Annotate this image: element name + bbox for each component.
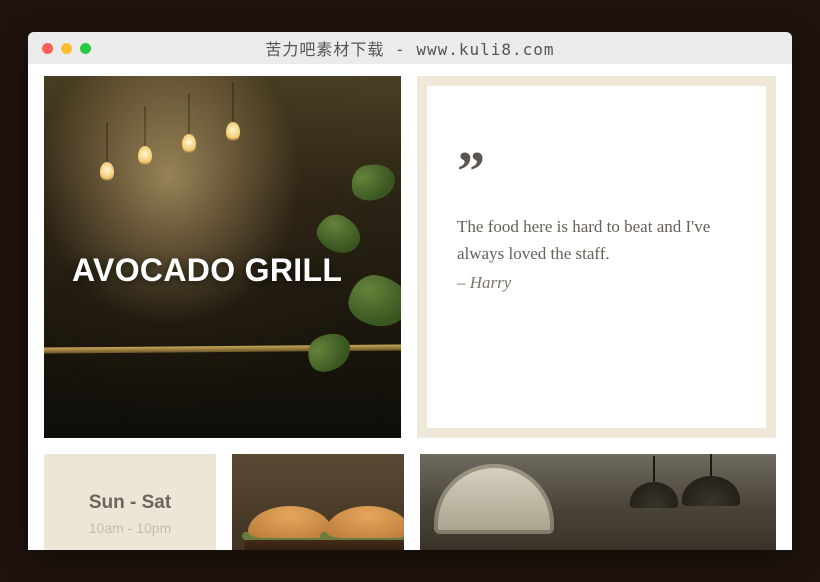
- pendant-lamp-icon: [682, 476, 740, 506]
- burger-icon: [320, 500, 404, 550]
- leaf-icon: [301, 325, 357, 378]
- food-image-card[interactable]: [232, 454, 404, 550]
- hero-title: AVOCADO GRILL: [72, 252, 381, 289]
- close-window-button[interactable]: [42, 43, 53, 54]
- maximize-window-button[interactable]: [80, 43, 91, 54]
- burger-photo: [232, 454, 404, 550]
- testimonial-card: ” The food here is hard to beat and I've…: [417, 76, 776, 438]
- top-row: AVOCADO GRILL ” The food here is hard to…: [44, 76, 776, 438]
- interior-image-card[interactable]: [420, 454, 776, 550]
- hours-time: 10am - 10pm: [44, 520, 216, 536]
- light-bulb-icon: [182, 134, 196, 154]
- hero-image-card[interactable]: AVOCADO GRILL: [44, 76, 401, 438]
- minimize-window-button[interactable]: [61, 43, 72, 54]
- traffic-lights: [28, 43, 91, 54]
- testimonial-text: The food here is hard to beat and I've a…: [457, 213, 736, 267]
- page-content: AVOCADO GRILL ” The food here is hard to…: [28, 64, 792, 550]
- interior-photo: [420, 454, 776, 550]
- light-bulb-icon: [226, 122, 240, 142]
- light-bulb-icon: [138, 146, 152, 166]
- testimonial-author: – Harry: [457, 273, 736, 293]
- pendant-lamp-icon: [630, 482, 678, 508]
- hours-days: Sun - Sat: [44, 492, 216, 514]
- quote-mark-icon: ”: [457, 164, 736, 181]
- window-titlebar: 苦力吧素材下载 - www.kuli8.com: [28, 32, 792, 64]
- hours-card: Sun - Sat 10am - 10pm: [44, 454, 216, 550]
- light-bulb-icon: [100, 162, 114, 182]
- browser-window: 苦力吧素材下载 - www.kuli8.com AVOCADO GRILL: [28, 32, 792, 550]
- window-icon: [434, 464, 554, 534]
- bottom-row: Sun - Sat 10am - 10pm: [44, 454, 776, 550]
- leaf-icon: [347, 159, 399, 205]
- window-title: 苦力吧素材下载 - www.kuli8.com: [28, 36, 792, 60]
